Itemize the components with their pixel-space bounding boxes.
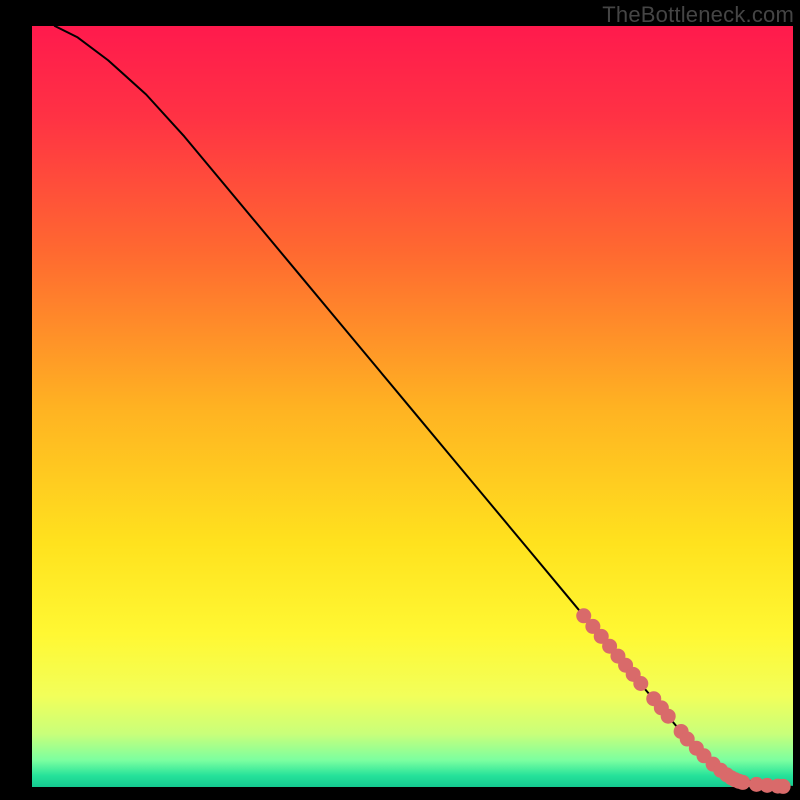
data-point	[661, 709, 676, 724]
data-point	[633, 676, 648, 691]
data-point	[735, 775, 750, 790]
chart-svg	[0, 0, 800, 800]
data-point	[776, 779, 791, 794]
plot-background	[32, 26, 793, 787]
chart-frame: TheBottleneck.com	[0, 0, 800, 800]
watermark-text: TheBottleneck.com	[602, 2, 794, 28]
